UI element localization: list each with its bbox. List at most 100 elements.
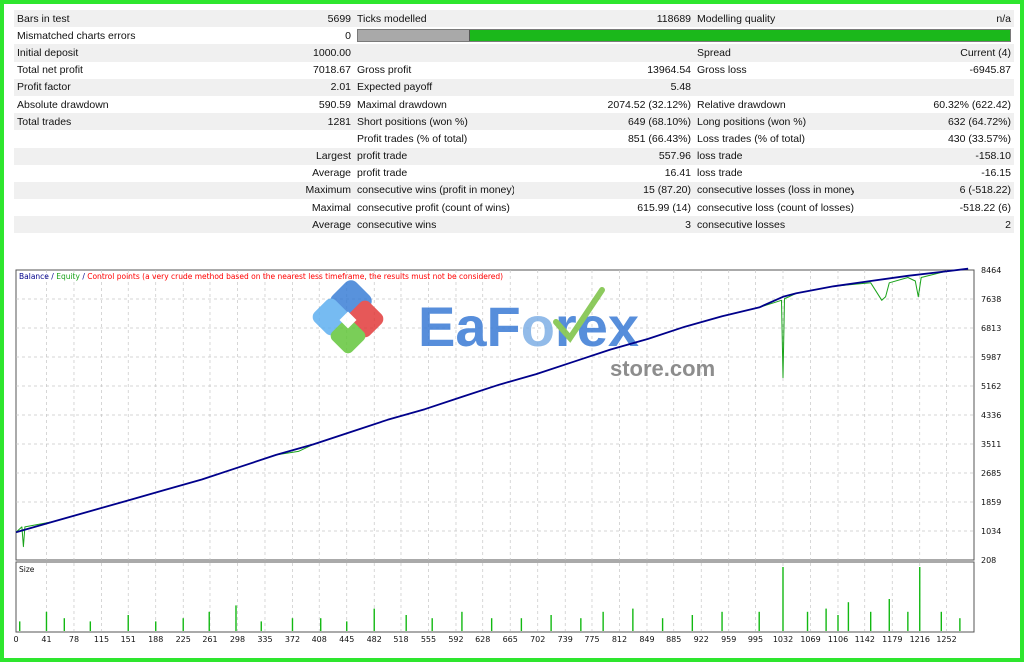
stat-label: Absolute drawdown bbox=[14, 95, 164, 114]
stat-label bbox=[14, 164, 164, 182]
stat-value: 5699 bbox=[164, 10, 354, 28]
stat-label: profit trade bbox=[354, 147, 514, 165]
stat-value: -6945.87 bbox=[854, 61, 1014, 79]
stats-row: Maximum consecutive wins (profit in money… bbox=[14, 181, 1014, 200]
stat-value: Maximal bbox=[164, 199, 354, 217]
legend-balance: Balance bbox=[19, 272, 49, 281]
stat-value: 649 (68.10%) bbox=[514, 113, 694, 131]
stat-value: 2074.52 (32.12%) bbox=[514, 95, 694, 114]
stats-table: Bars in test 5699 Ticks modelled 118689 Mode… bbox=[14, 10, 1014, 234]
x-tick-label: 518 bbox=[393, 635, 408, 644]
stat-value: 1000.00 bbox=[164, 44, 354, 62]
report-frame: Bars in test 5699 Ticks modelled 118689 Mode… bbox=[4, 4, 1020, 658]
stats-row: Maximal consecutive profit (count of wins… bbox=[14, 199, 1014, 217]
stat-value: 1281 bbox=[164, 113, 354, 131]
stat-label: consecutive wins bbox=[354, 216, 514, 234]
stats-row: Initial deposit 1000.00 Spread Current (4) bbox=[14, 44, 1014, 62]
stat-value: 851 (66.43%) bbox=[514, 130, 694, 148]
x-tick-label: 151 bbox=[121, 635, 136, 644]
stat-label: Maximal drawdown bbox=[354, 95, 514, 114]
stat-label bbox=[14, 181, 164, 200]
x-tick-label: 775 bbox=[584, 635, 599, 644]
stat-label: Profit trades (% of total) bbox=[354, 130, 514, 148]
stats-row: Bars in test 5699 Ticks modelled 118689 Mode… bbox=[14, 10, 1014, 28]
stat-label: Ticks modelled bbox=[354, 10, 514, 28]
stat-label: Gross loss bbox=[694, 61, 854, 79]
x-axis-labels: 0 41 78 115 151 188 225 261 298 335 372 408 445 482 51… bbox=[13, 635, 956, 644]
y-tick-label: 5162 bbox=[981, 382, 1001, 391]
stat-value: 2.01 bbox=[164, 78, 354, 96]
y-tick-label: 3511 bbox=[981, 440, 1001, 449]
x-tick-label: 1179 bbox=[882, 635, 902, 644]
x-tick-label: 849 bbox=[639, 635, 654, 644]
x-tick-label: 702 bbox=[530, 635, 545, 644]
x-tick-label: 812 bbox=[612, 635, 627, 644]
stat-label bbox=[14, 130, 164, 148]
y-tick-label: 208 bbox=[981, 556, 996, 565]
y-axis-labels: 8464 7638 6813 5987 5162 4336 3511 2685 1859 1034… bbox=[981, 266, 1001, 565]
x-tick-label: 372 bbox=[285, 635, 300, 644]
stat-value: 0 bbox=[164, 27, 354, 45]
stats-row: Profit trades (% of total) 851 (66.43%) Lo… bbox=[14, 130, 1014, 148]
y-tick-label: 1034 bbox=[981, 527, 1001, 536]
size-panel-frame bbox=[15, 561, 975, 633]
chart-legend: Balance / Equity / Control points (a ver… bbox=[19, 272, 503, 281]
x-tick-label: 298 bbox=[230, 635, 245, 644]
stat-value: 615.99 (14) bbox=[514, 199, 694, 217]
x-tick-label: 0 bbox=[13, 635, 18, 644]
stat-value: 557.96 bbox=[514, 147, 694, 165]
stat-label: consecutive losses bbox=[694, 216, 854, 234]
stats-row: Mismatched charts errors 0 bbox=[14, 27, 1014, 45]
legend-equity: Equity bbox=[56, 272, 80, 281]
x-tick-label: 1106 bbox=[828, 635, 848, 644]
x-tick-label: 628 bbox=[475, 635, 490, 644]
y-tick-label: 1859 bbox=[981, 498, 1001, 507]
stat-value: 16.41 bbox=[514, 164, 694, 182]
stat-label: Total trades bbox=[14, 113, 164, 131]
stats-row: Absolute drawdown 590.59 Maximal drawdown 2… bbox=[14, 95, 1014, 114]
stat-value: Average bbox=[164, 216, 354, 234]
stats-row: Average consecutive wins 3 consecutive loss… bbox=[14, 216, 1014, 234]
stat-label: consecutive profit (count of wins) bbox=[354, 199, 514, 217]
x-tick-label: 922 bbox=[694, 635, 709, 644]
stats-row: Average profit trade 16.41 loss trade -16.15 bbox=[14, 164, 1014, 182]
stat-label: loss trade bbox=[694, 164, 854, 182]
stat-label bbox=[14, 199, 164, 217]
logo-subtext: store.com bbox=[610, 356, 715, 381]
stat-value: Largest bbox=[164, 147, 354, 165]
stat-value: 590.59 bbox=[164, 95, 354, 114]
stat-label: Expected payoff bbox=[354, 78, 514, 96]
x-tick-label: 1252 bbox=[936, 635, 956, 644]
stat-value: 430 (33.57%) bbox=[854, 130, 1014, 148]
stat-value: 7018.67 bbox=[164, 61, 354, 79]
x-tick-label: 335 bbox=[257, 635, 272, 644]
stat-value: n/a bbox=[854, 10, 1014, 28]
stat-value: Average bbox=[164, 164, 354, 182]
stat-value: Maximum bbox=[164, 181, 354, 200]
modelling-quality-bar bbox=[354, 27, 1014, 45]
stat-value: 118689 bbox=[514, 10, 694, 28]
stat-label: Mismatched charts errors bbox=[14, 27, 164, 45]
x-tick-label: 555 bbox=[421, 635, 436, 644]
stat-value bbox=[854, 78, 1014, 96]
x-tick-label: 261 bbox=[202, 635, 217, 644]
x-tick-label: 665 bbox=[503, 635, 518, 644]
x-tick-label: 739 bbox=[558, 635, 573, 644]
stat-value bbox=[164, 130, 354, 148]
stat-label: consecutive losses (loss in money) bbox=[694, 181, 854, 200]
stats-row: Total net profit 7018.67 Gross profit 13964… bbox=[14, 61, 1014, 79]
stats-row: Total trades 1281 Short positions (won %) 6… bbox=[14, 113, 1014, 131]
y-tick-label: 4336 bbox=[981, 411, 1001, 420]
stat-label: consecutive wins (profit in money) bbox=[354, 181, 514, 200]
stat-label: Relative drawdown bbox=[694, 95, 854, 114]
stat-label: Long positions (won %) bbox=[694, 113, 854, 131]
y-tick-label: 2685 bbox=[981, 469, 1001, 478]
stat-label: Modelling quality bbox=[694, 10, 854, 28]
stat-label: profit trade bbox=[354, 164, 514, 182]
x-tick-label: 1069 bbox=[800, 635, 820, 644]
y-tick-label: 8464 bbox=[981, 266, 1001, 275]
logo-wordmark: EaForex bbox=[418, 295, 639, 358]
stat-label bbox=[354, 44, 514, 62]
x-tick-label: 1216 bbox=[910, 635, 930, 644]
x-tick-label: 885 bbox=[666, 635, 681, 644]
